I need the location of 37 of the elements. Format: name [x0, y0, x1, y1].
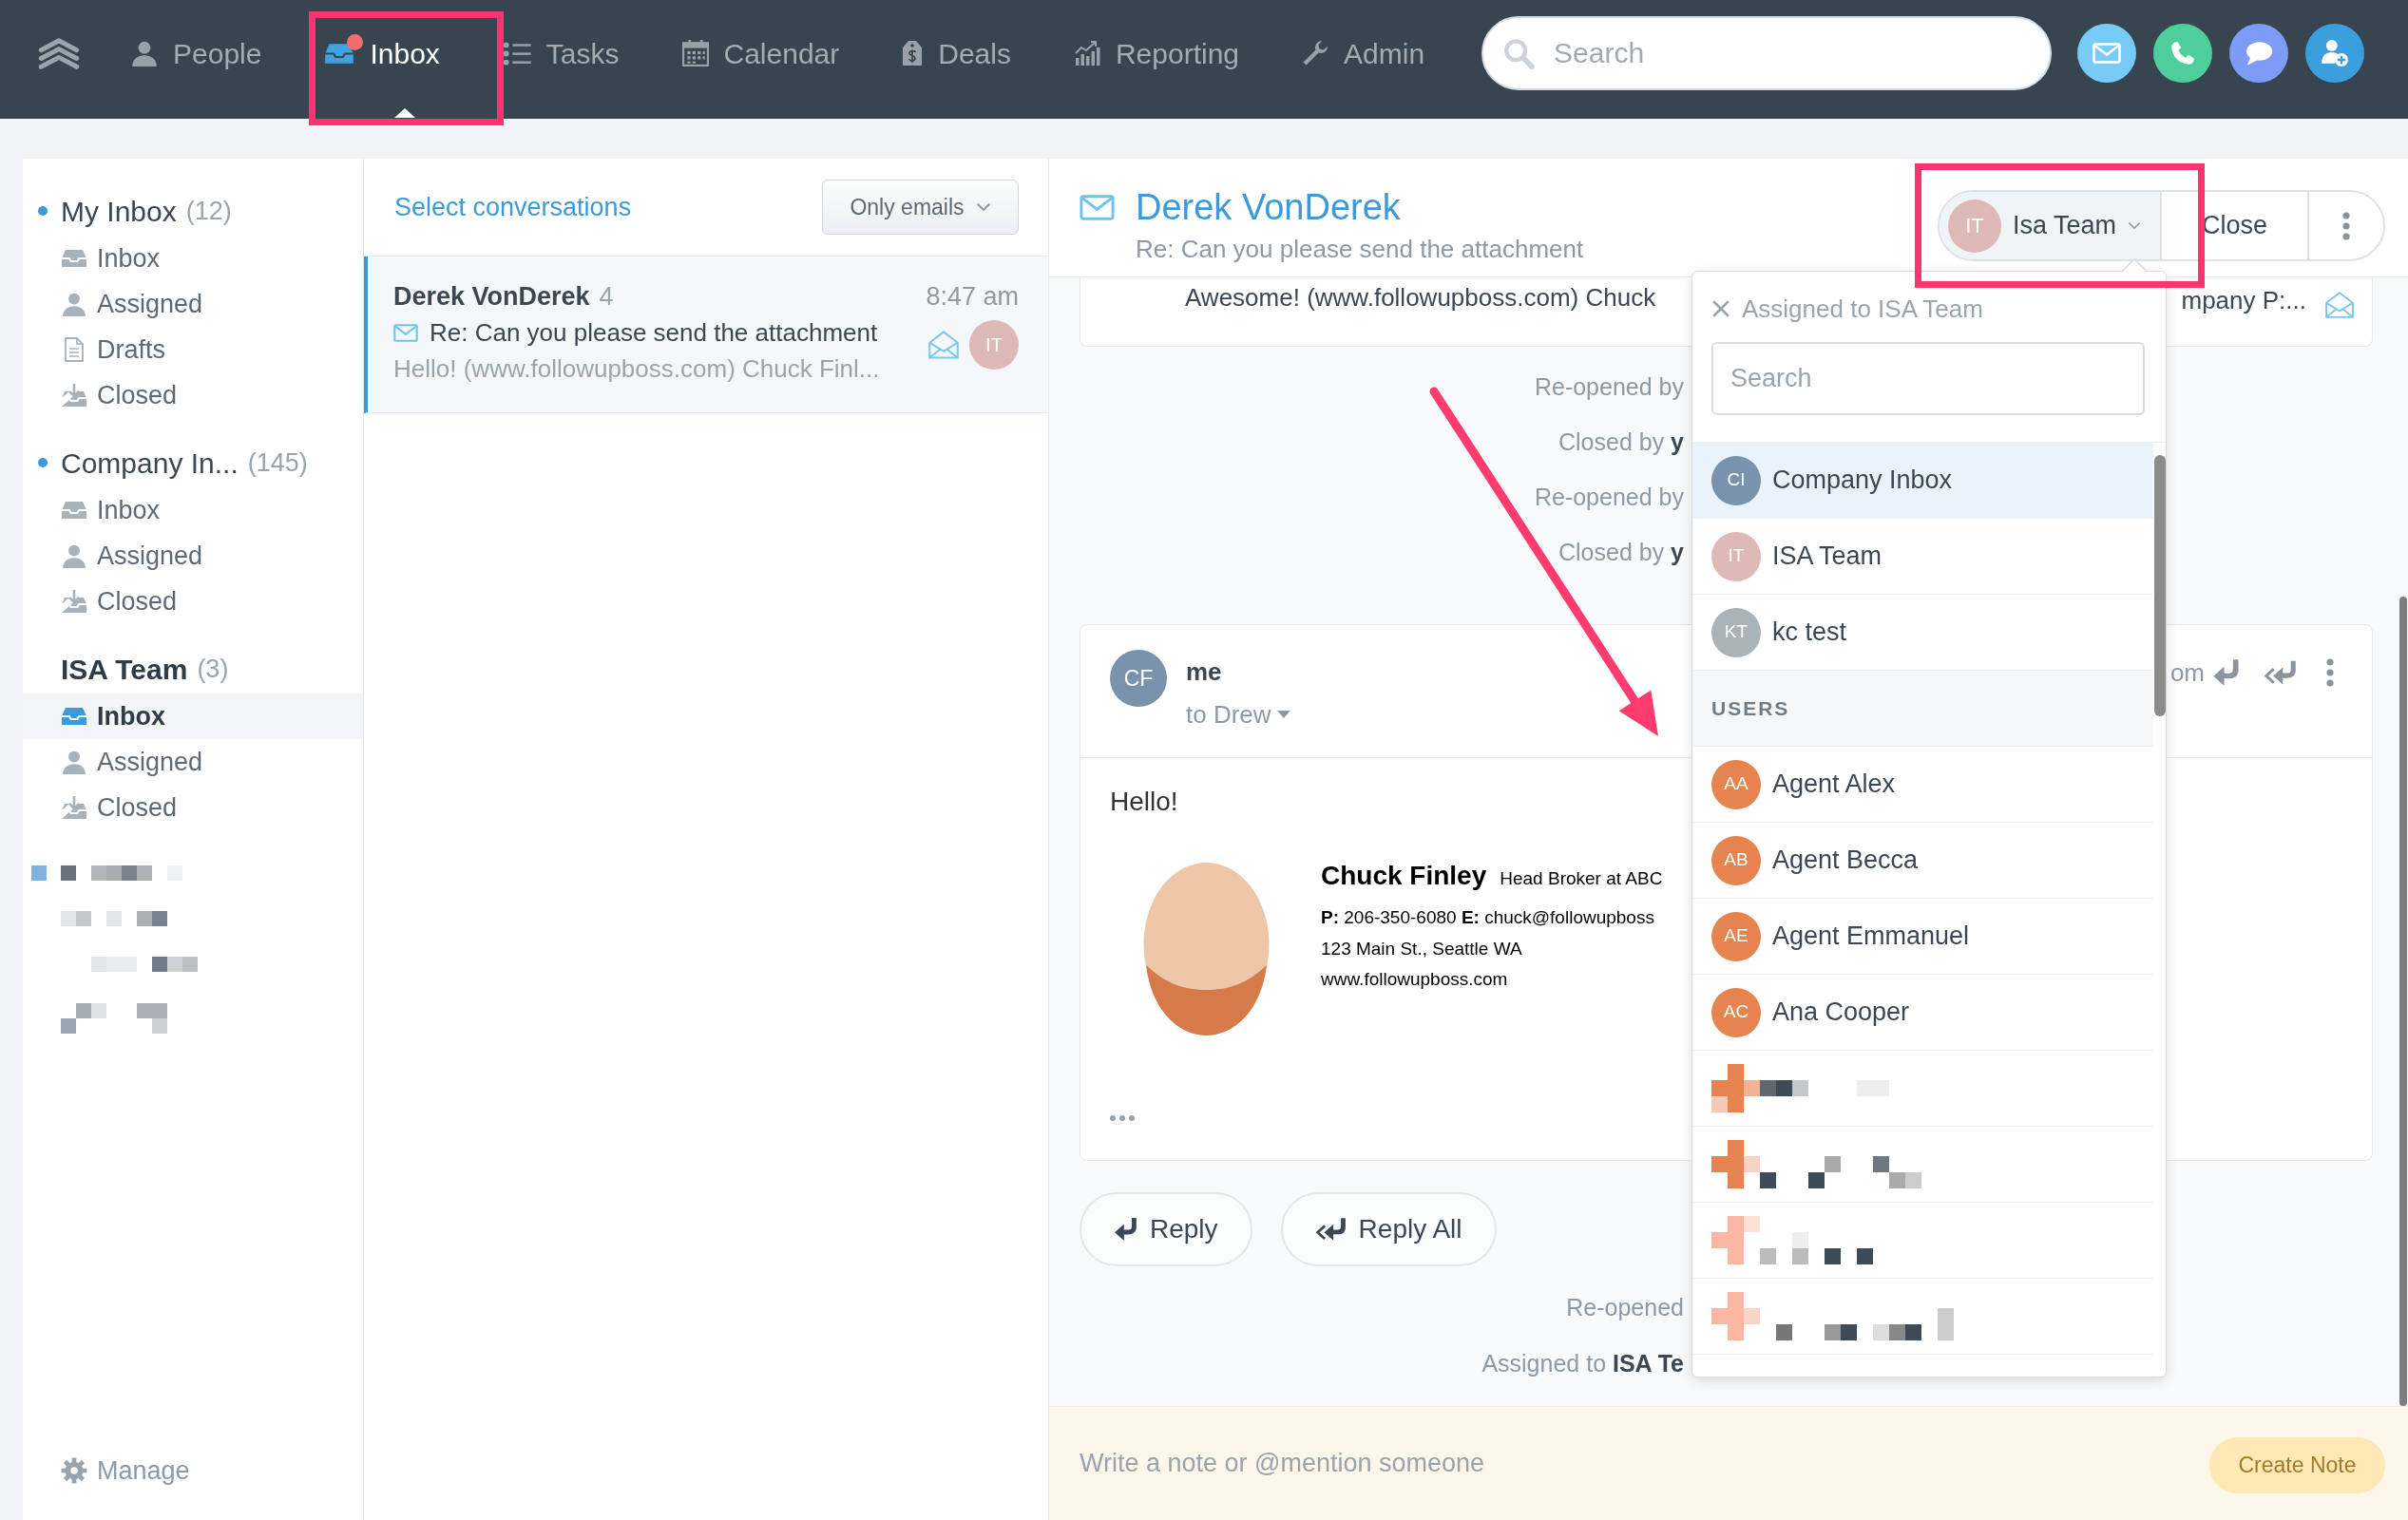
dropdown-heading: Assigned to ISA Team: [1742, 293, 1983, 325]
initials-avatar: AB: [1711, 835, 1761, 885]
initials-avatar: CI: [1711, 455, 1761, 505]
sender-avatar: CF: [1110, 650, 1167, 707]
subject-text: Re: Can you please send the attachment: [430, 316, 878, 349]
message-preview: mpany P:...: [2181, 285, 2306, 316]
initials-avatar: AA: [1711, 759, 1761, 809]
timeline-event: Re-opened by: [1534, 483, 1684, 512]
message-text: Hello!: [1110, 787, 1178, 817]
contact-name: Derek VonDerek: [393, 280, 590, 313]
count-label: (12): [185, 195, 232, 227]
timeline-event: Re-opened: [1566, 1293, 1684, 1322]
timeline-event: Re-opened by: [1534, 372, 1684, 402]
signature-address: 123 Main St., Seattle WA: [1321, 938, 1523, 960]
initials-avatar: KT: [1711, 607, 1761, 657]
timeline-event: Closed by y: [1558, 538, 1684, 567]
initials-avatar: AE: [1711, 911, 1761, 961]
signature-contact: P: 206-350-6080 E: chuck@followupboss: [1321, 906, 1655, 929]
signature-website: www.followupboss.com: [1321, 968, 1509, 991]
initials-avatar: AC: [1711, 987, 1761, 1037]
timeline-event: Assigned to ISA Te: [1481, 1349, 1684, 1378]
count-label: (3): [197, 653, 229, 685]
time-label: 8:47 am: [926, 281, 1019, 313]
count-label: (145): [247, 446, 308, 479]
signature-title: Head Broker at ABC: [1500, 867, 1663, 890]
preview-text: Hello! (www.followupboss.com) Chuck Finl...: [393, 352, 880, 385]
assignee-avatar: IT: [969, 320, 1019, 370]
message-count: 4: [599, 280, 614, 313]
timeline-event: Closed by y: [1558, 428, 1684, 457]
section-heading: USERS: [1692, 671, 2153, 747]
message-meta: om: [2169, 656, 2205, 689]
signature-name: Chuck Finley: [1321, 861, 1487, 891]
sender-name: me: [1186, 656, 1223, 688]
message-preview: Awesome! (www.followupboss.com) Chuck: [1185, 282, 1656, 314]
conversation-subject: Re: Can you please send the attachment: [1136, 234, 1584, 265]
assignee-avatar: IT: [1947, 199, 2001, 253]
initials-avatar: IT: [1711, 531, 1761, 581]
